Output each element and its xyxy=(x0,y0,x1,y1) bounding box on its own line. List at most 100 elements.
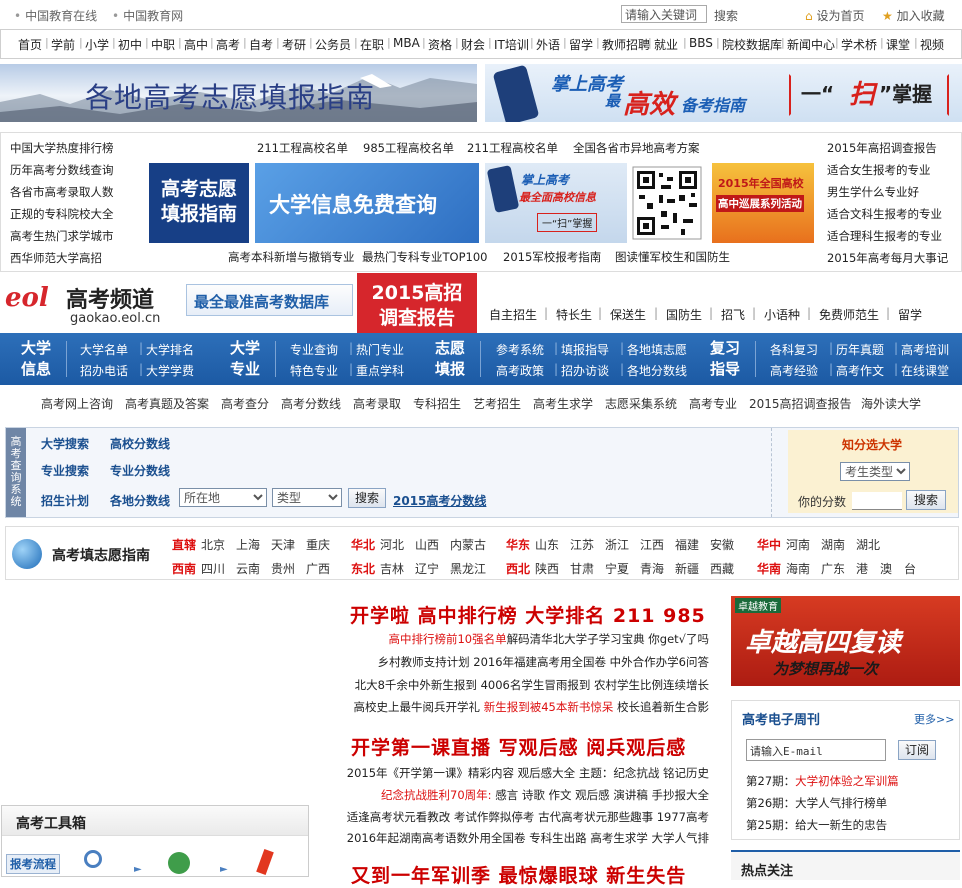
right-link[interactable]: 2015年高考每月大事记 xyxy=(827,250,948,266)
link-enroll-plan[interactable]: 招生计划 xyxy=(41,492,89,509)
promo-tour[interactable]: 2015年全国高校 高中巡展系列活动 xyxy=(712,163,814,243)
right-link[interactable]: 男生学什么专业好 xyxy=(827,184,919,200)
promo-volunteer-guide[interactable]: 高考志愿 填报指南 xyxy=(149,163,249,243)
nav-link[interactable]: 参考系统 xyxy=(496,341,544,358)
left-link[interactable]: 高考生热门求学城市 xyxy=(10,228,114,244)
nav-group-title[interactable]: 信息 xyxy=(16,358,56,380)
site-link-eol[interactable]: • 中国教育在线 xyxy=(14,7,97,24)
nav-item[interactable]: 小学 xyxy=(85,36,109,53)
nav-item[interactable]: BBS xyxy=(689,36,713,50)
region-link[interactable]: 黑龙江 xyxy=(450,560,486,577)
center-top-link[interactable]: 211工程高校名单 xyxy=(467,140,558,156)
center-top-link[interactable]: 985工程高校名单 xyxy=(363,140,454,156)
region-link[interactable]: 江苏 xyxy=(570,536,594,553)
nav-group-title[interactable]: 专业 xyxy=(225,358,265,380)
nav-item[interactable]: 课堂 xyxy=(886,36,910,53)
nav-link[interactable]: 各地分数线 xyxy=(627,362,687,379)
link-2015-score[interactable]: 2015高考分数线 xyxy=(393,492,486,509)
score-input[interactable] xyxy=(852,492,902,510)
nav-link[interactable]: 高考作文 xyxy=(836,362,884,379)
link-local-score[interactable]: 各地分数线 xyxy=(110,492,170,509)
nav-link[interactable]: 热门专业 xyxy=(356,341,404,358)
region-link[interactable]: 浙江 xyxy=(605,536,629,553)
nav-link[interactable]: 各地填志愿 xyxy=(627,341,687,358)
region-link[interactable]: 北京 xyxy=(201,536,225,553)
region-link[interactable]: 甘肃 xyxy=(570,560,594,577)
nav-link[interactable]: 填报指导 xyxy=(561,341,609,358)
region-link[interactable]: 重庆 xyxy=(306,536,330,553)
region-link[interactable]: 辽宁 xyxy=(415,560,439,577)
student-type-select[interactable]: 考生类型 xyxy=(840,462,910,481)
set-home-link[interactable]: ⌂ 设为首页 xyxy=(805,7,864,24)
region-link[interactable]: 西藏 xyxy=(710,560,734,577)
right-link[interactable]: 适合文科生报考的专业 xyxy=(827,206,942,222)
location-select[interactable]: 所在地 xyxy=(179,488,267,507)
eol-logo[interactable]: eol xyxy=(5,283,49,313)
channel-link[interactable]: 特长生 xyxy=(556,306,592,323)
quick-link[interactable]: 海外读大学 xyxy=(861,395,921,412)
region-link[interactable]: 青海 xyxy=(640,560,664,577)
nav-item[interactable]: 学前 xyxy=(51,36,75,53)
region-link[interactable]: 福建 xyxy=(675,536,699,553)
region-link[interactable]: 宁夏 xyxy=(605,560,629,577)
search-button[interactable]: 搜索 xyxy=(714,7,738,24)
region-link[interactable]: 贵州 xyxy=(271,560,295,577)
nav-group-title[interactable]: 填报 xyxy=(430,358,470,380)
right-link[interactable]: 2015年高招调查报告 xyxy=(827,140,937,156)
region-link[interactable]: 新疆 xyxy=(675,560,699,577)
left-link[interactable]: 各省市高考录取人数 xyxy=(10,184,114,200)
region-link[interactable]: 上海 xyxy=(236,536,260,553)
center-bottom-link[interactable]: 图读懂军校生和国防生 xyxy=(615,249,730,265)
nav-item[interactable]: 考研 xyxy=(282,36,306,53)
news-link[interactable]: 感言 诗歌 作文 观后感 演讲稿 手抄报大全 xyxy=(492,788,709,802)
quick-link[interactable]: 高考生求学 xyxy=(533,395,593,412)
channel-link[interactable]: 留学 xyxy=(898,306,922,323)
toolbox-tab-process[interactable]: 报考流程 xyxy=(6,854,60,874)
region-link[interactable]: 山西 xyxy=(415,536,439,553)
region-link[interactable]: 广东 xyxy=(821,560,845,577)
nav-item[interactable]: 自考 xyxy=(249,36,273,53)
report-banner[interactable]: 2015高招 调查报告 xyxy=(357,273,477,333)
nav-item[interactable]: MBA xyxy=(393,36,420,50)
search-input[interactable] xyxy=(621,5,707,23)
nav-item[interactable]: 高考 xyxy=(216,36,240,53)
quick-link[interactable]: 艺考招生 xyxy=(473,395,521,412)
quick-link[interactable]: 高考录取 xyxy=(353,395,401,412)
nav-item[interactable]: 留学 xyxy=(569,36,593,53)
nav-link[interactable]: 历年真题 xyxy=(836,341,884,358)
nav-link[interactable]: 在线课堂 xyxy=(901,362,949,379)
region-link[interactable]: 河北 xyxy=(380,536,404,553)
nav-item[interactable]: 公务员 xyxy=(315,36,351,53)
region-link[interactable]: 台 xyxy=(904,560,916,577)
nav-link[interactable]: 特色专业 xyxy=(290,362,338,379)
nav-item[interactable]: 在职 xyxy=(360,36,384,53)
channel-link[interactable]: 招飞 xyxy=(721,306,745,323)
region-link[interactable]: 港 xyxy=(856,560,868,577)
nav-item[interactable]: 资格 xyxy=(428,36,452,53)
issue-title[interactable]: 大学人气排行榜单 xyxy=(795,796,887,810)
region-link[interactable]: 广西 xyxy=(306,560,330,577)
region-link[interactable]: 安徽 xyxy=(710,536,734,553)
region-link[interactable]: 山东 xyxy=(535,536,559,553)
channel-link[interactable]: 小语种 xyxy=(764,306,800,323)
promo-college-query[interactable]: 大学信息免费查询 xyxy=(255,163,479,243)
banner-mobile-app[interactable]: 掌上高考 最 高效 备考指南 一“ 扫 ”掌握 xyxy=(485,64,962,122)
center-bottom-link[interactable]: 2015军校报考指南 xyxy=(503,249,601,265)
weekly-more-link[interactable]: 更多>> xyxy=(914,711,954,727)
quick-link[interactable]: 高考真题及答案 xyxy=(125,395,209,412)
center-bottom-link[interactable]: 最热门专科专业TOP100 xyxy=(362,249,487,265)
news-link[interactable]: 2016年起湖南高考语数外用全国卷 专科生出路 高考生求学 大学人气排 xyxy=(347,831,709,845)
news-link[interactable]: 纪念抗战胜利70周年: xyxy=(381,788,492,802)
nav-item[interactable]: 中职 xyxy=(151,36,175,53)
channel-link[interactable]: 免费师范生 xyxy=(819,306,879,323)
banner-volunteer-guide[interactable]: 各地高考志愿填报指南 xyxy=(0,64,477,122)
promo-mobile[interactable]: 掌上高考 最全面高校信息 一“扫”掌握 xyxy=(485,163,627,243)
region-link[interactable]: 云南 xyxy=(236,560,260,577)
add-favorite-link[interactable]: ★ 加入收藏 xyxy=(882,7,945,24)
quick-link[interactable]: 高考网上咨询 xyxy=(41,395,113,412)
nav-link[interactable]: 招办电话 xyxy=(80,362,128,379)
news-link[interactable]: 新生报到被45本新书惊呆 xyxy=(484,700,614,714)
score-search-button[interactable]: 搜索 xyxy=(906,490,946,510)
channel-link[interactable]: 国防生 xyxy=(666,306,702,323)
nav-item[interactable]: 初中 xyxy=(118,36,142,53)
